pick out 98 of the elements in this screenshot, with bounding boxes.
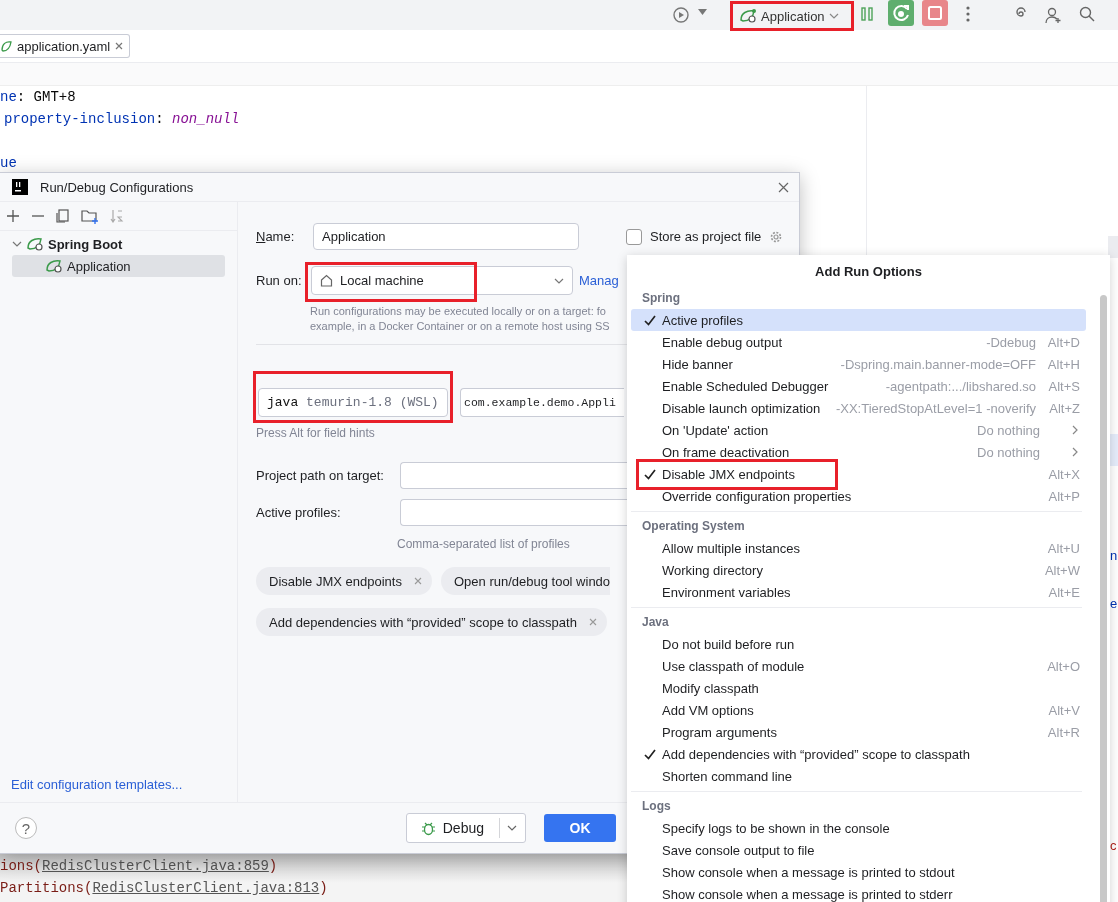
caret-icon[interactable]: [507, 825, 517, 831]
checkbox-label: Store as project file: [650, 229, 762, 244]
menu-item[interactable]: Show console when a message is printed to stderr: [631, 883, 1086, 902]
source-link[interactable]: RedisClusterClient.java:813: [92, 880, 320, 896]
app-logo-icon: [12, 179, 28, 195]
menu-item[interactable]: Disable launch optimization -XX:TieredStopAtLevel=1 -noverify Alt+Z: [631, 397, 1086, 419]
editor-tab[interactable]: application.yaml: [0, 34, 131, 58]
code-token: ne: [0, 89, 17, 105]
field-label: Project path on target:: [256, 468, 385, 483]
search-icon[interactable]: [1079, 6, 1095, 22]
hint-text: Press Alt for field hints: [256, 426, 375, 440]
menu-item[interactable]: Shorten command line: [631, 765, 1086, 787]
hint-text: Run configurations may be executed locally or on a target: fo: [310, 304, 607, 319]
jre-dropdown[interactable]: java temurin-1.8 (WSL): [258, 388, 448, 417]
section-header: Logs: [641, 798, 672, 815]
caret-icon[interactable]: [698, 9, 707, 15]
main-class-field[interactable]: com.example.demo.Appli: [460, 388, 624, 417]
chevron-icon: [554, 277, 564, 284]
checkbox[interactable]: [626, 228, 642, 245]
rerun-debug-icon[interactable]: [888, 0, 914, 26]
menu-item[interactable]: Override configuration properties Alt+P: [631, 485, 1086, 507]
menu-item[interactable]: Modify classpath: [631, 677, 1086, 699]
code-token: : GMT+8: [16, 89, 76, 105]
run-target-dropdown[interactable]: Local machine: [311, 266, 573, 295]
text-fragment: n: [1110, 548, 1118, 563]
name-field[interactable]: Application: [313, 223, 579, 250]
profiler-icon[interactable]: [672, 6, 690, 24]
gear-icon[interactable]: [769, 229, 784, 244]
text-fragment: c: [1110, 838, 1117, 853]
menu-item[interactable]: Do not build before run: [631, 633, 1086, 655]
menu-item[interactable]: On frame deactivation Do nothing: [631, 441, 1086, 463]
tree-item[interactable]: Application: [12, 255, 225, 277]
chevron-icon: [1072, 425, 1078, 435]
spring-icon: [26, 236, 44, 252]
home-icon: [320, 274, 333, 287]
chevron-icon: [1072, 447, 1078, 457]
more-icon[interactable]: [966, 6, 970, 22]
option-chip[interactable]: Add dependencies with “provided” scope to classpath: [256, 608, 607, 636]
panel-background: [1108, 236, 1118, 258]
dialog-title: Run/Debug Configurations: [40, 179, 195, 195]
field-label: Active profiles:: [256, 505, 342, 520]
chevron-icon[interactable]: [12, 239, 22, 249]
menu-item[interactable]: Environment variables Alt+E: [631, 581, 1086, 603]
menu-item[interactable]: Allow multiple instances Alt+U: [631, 537, 1086, 559]
field-label: Name:: [256, 229, 296, 244]
hint-text: example, in a Docker Container or on a remote host using SS: [310, 319, 610, 334]
section-header: Spring: [641, 290, 681, 307]
pause-icon[interactable]: [860, 6, 874, 22]
run-configuration-selector[interactable]: Application: [730, 1, 854, 31]
new-folder-icon[interactable]: [81, 208, 99, 224]
menu-item[interactable]: Working directory Alt+W: [631, 559, 1086, 581]
menu-item[interactable]: Active profiles: [631, 309, 1086, 331]
menu-item[interactable]: Enable Scheduled Debugger -agentpath:.../libshared.so Alt+S: [631, 375, 1086, 397]
menu-item[interactable]: Save console output to file: [631, 839, 1086, 861]
menu-item[interactable]: Disable JMX endpoints Alt+X: [631, 463, 1086, 485]
option-chip[interactable]: Disable JMX endpoints: [256, 567, 432, 595]
close-icon[interactable]: [413, 577, 422, 585]
section-header: Operating System: [641, 518, 746, 535]
scrollbar[interactable]: [1100, 295, 1107, 902]
source-link[interactable]: RedisClusterClient.java:859: [42, 858, 269, 874]
spring-icon: [45, 258, 63, 274]
popup-title: Add Run Options: [814, 263, 923, 281]
menu-item[interactable]: Use classpath of module Alt+O: [631, 655, 1086, 677]
add-icon[interactable]: [6, 209, 20, 223]
manage-link[interactable]: Manag: [579, 273, 619, 288]
spring-icon: [739, 8, 757, 24]
code-token: property-inclusion: [4, 111, 156, 127]
spring-icon: [0, 39, 12, 53]
close-icon[interactable]: [588, 618, 597, 626]
copy-icon[interactable]: [56, 209, 70, 223]
code-token: non_null: [172, 111, 240, 127]
tree-group[interactable]: Spring Boot: [0, 233, 237, 255]
option-chip[interactable]: Open run/debug tool windo: [440, 567, 611, 595]
menu-item[interactable]: Specify logs to be shown in the console: [631, 817, 1086, 839]
edit-templates-link[interactable]: Edit configuration templates...: [0, 777, 237, 802]
close-icon[interactable]: [778, 181, 789, 193]
section-header: Java: [641, 614, 670, 631]
menu-item[interactable]: Show console when a message is printed to stdout: [631, 861, 1086, 883]
menu-item[interactable]: Hide banner -Dspring.main.banner-mode=OFF Alt+H: [631, 353, 1086, 375]
menu-item[interactable]: Enable debug output -Ddebug Alt+D: [631, 331, 1086, 353]
help-button[interactable]: ?: [15, 817, 37, 839]
code-token: :: [155, 111, 165, 127]
chevron-icon: [828, 13, 839, 19]
close-icon[interactable]: [115, 42, 124, 50]
bug-icon: [420, 820, 436, 836]
add-user-icon[interactable]: [1045, 6, 1063, 24]
menu-item[interactable]: On 'Update' action Do nothing: [631, 419, 1086, 441]
field-label: Run on:: [256, 273, 303, 288]
menu-item[interactable]: Add dependencies with “provided” scope to classpath: [631, 743, 1086, 765]
stop-icon[interactable]: [922, 0, 948, 26]
sort-icon[interactable]: [110, 209, 124, 223]
code-token: ue: [0, 154, 17, 173]
text-fragment: e: [1110, 596, 1118, 611]
ok-button[interactable]: OK: [544, 814, 616, 842]
menu-item[interactable]: Add VM options Alt+V: [631, 699, 1086, 721]
debug-button[interactable]: Debug: [405, 813, 526, 843]
menu-item[interactable]: Program arguments Alt+R: [631, 721, 1086, 743]
hint-text: Comma-separated list of profiles: [397, 537, 570, 551]
